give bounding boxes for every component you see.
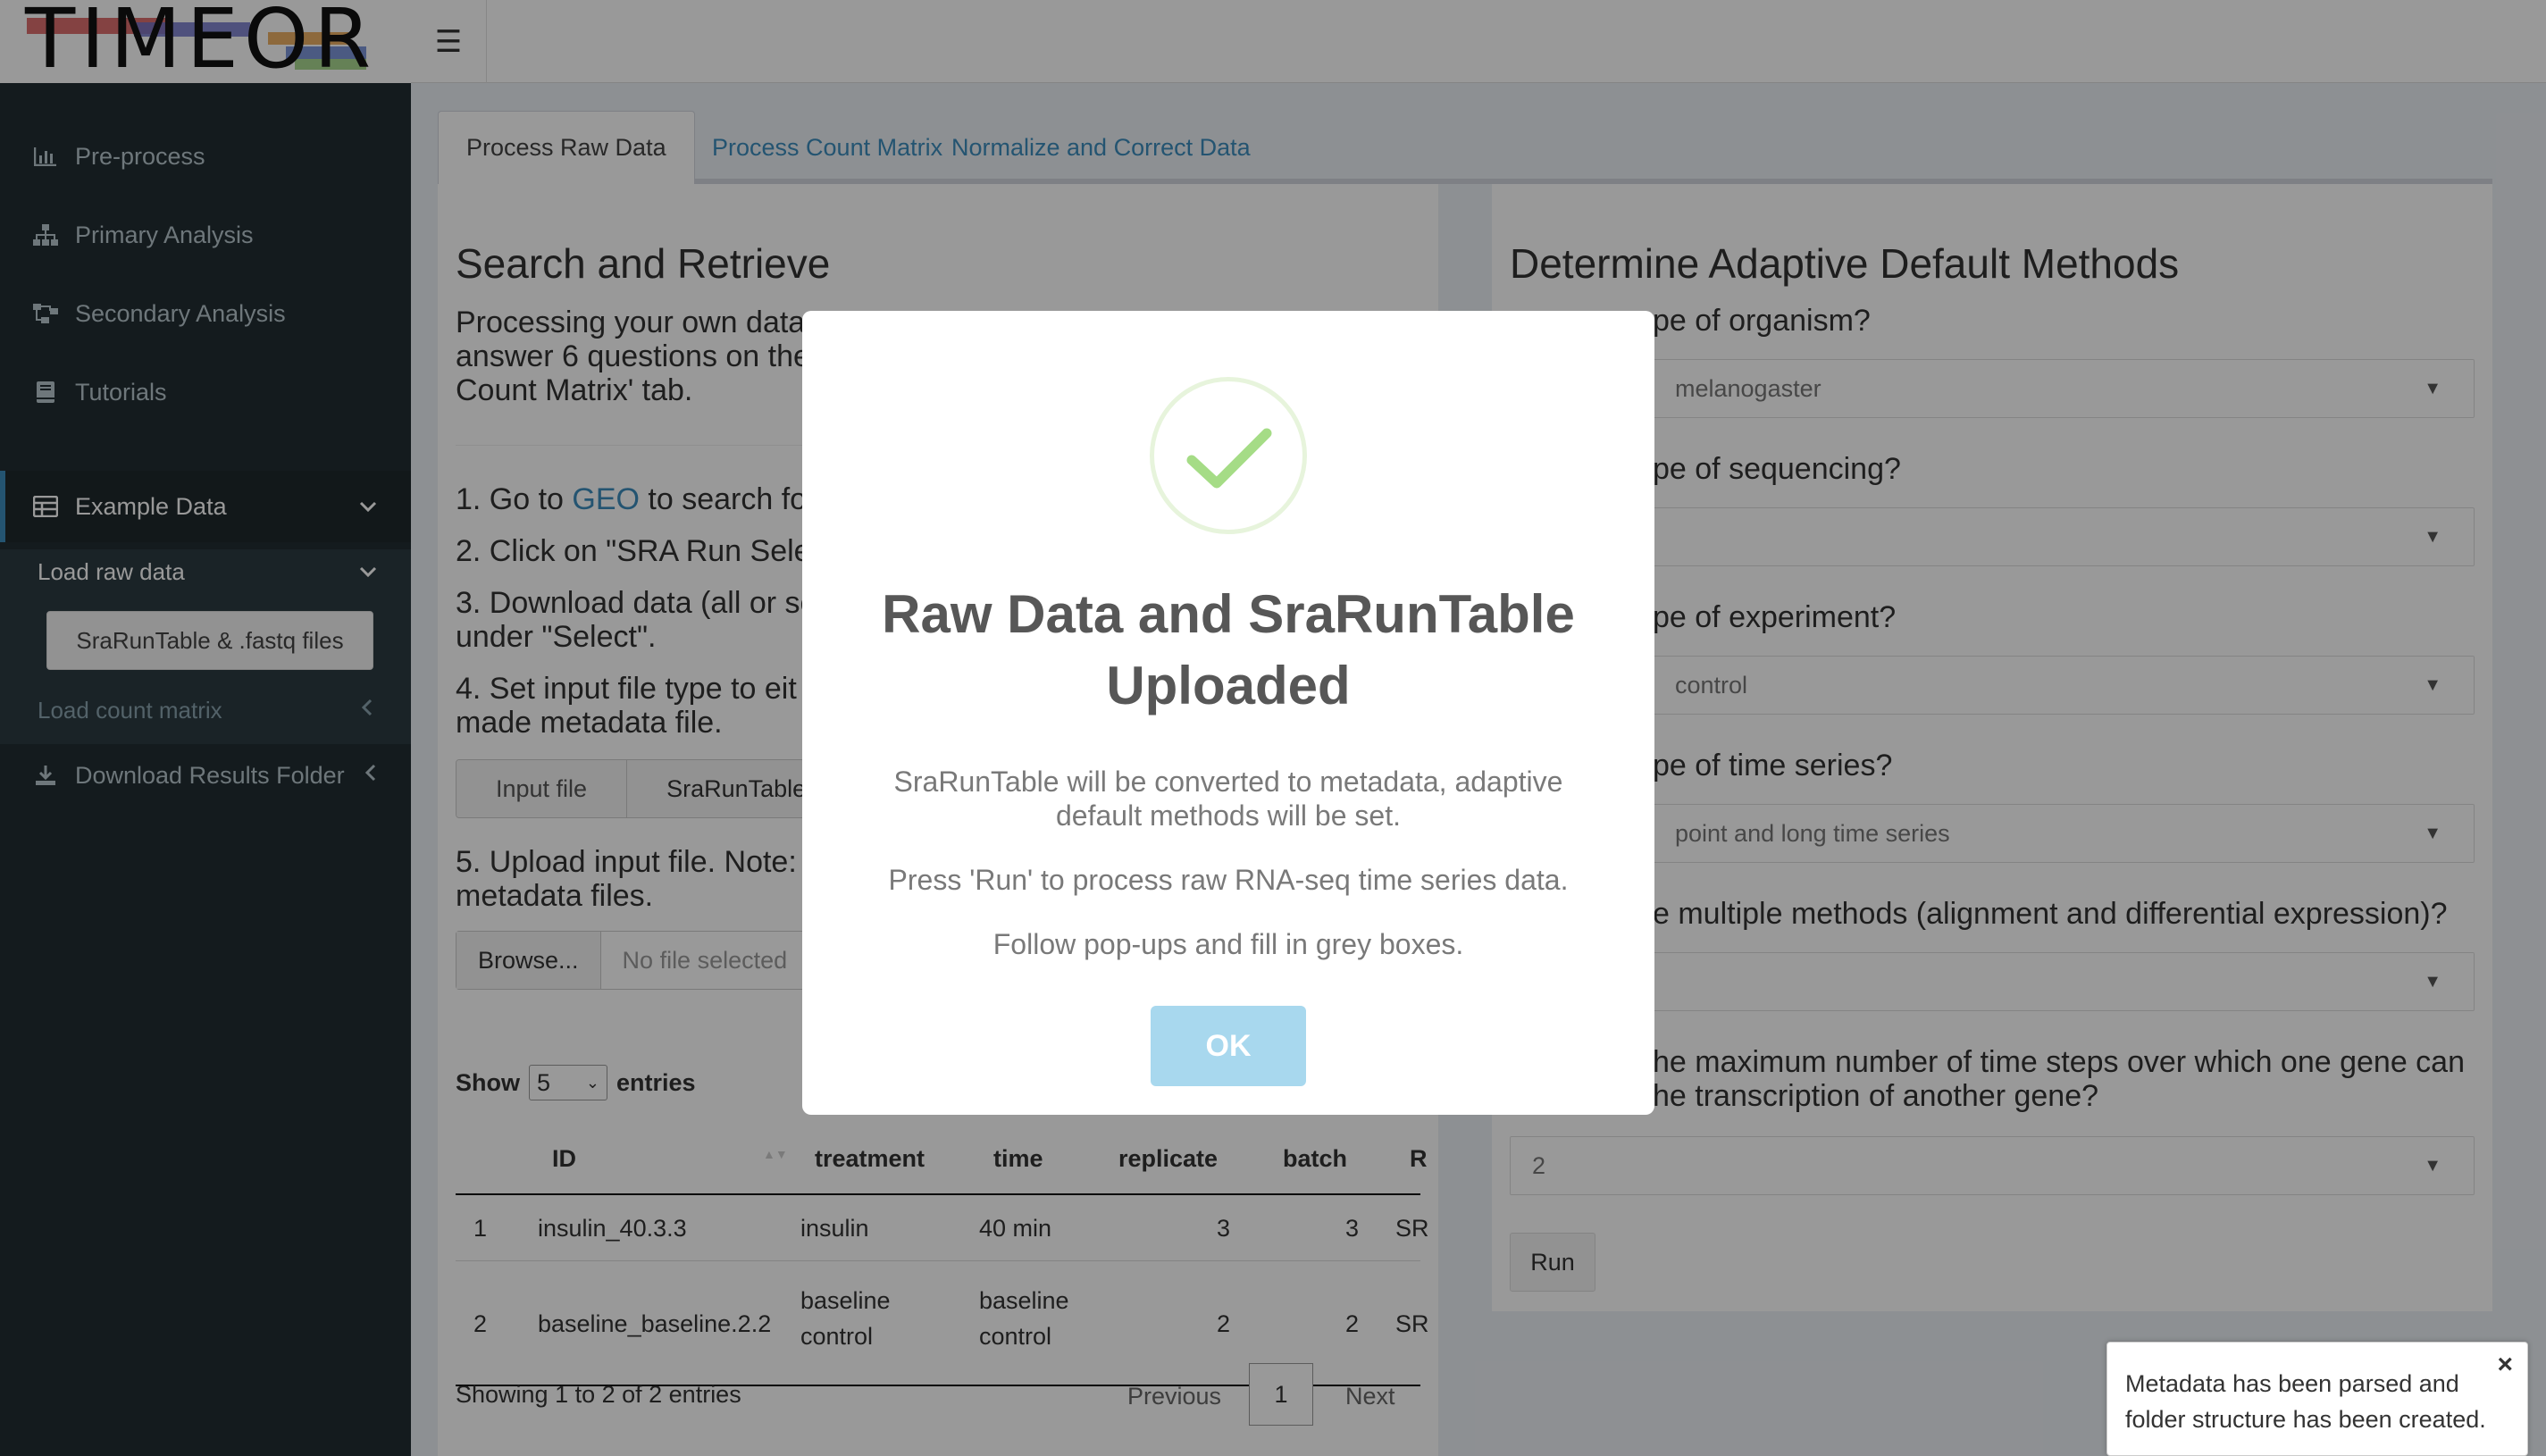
modal-text-2: Press 'Run' to process raw RNA-seq time … (888, 864, 1569, 896)
checkmark-icon (1150, 377, 1307, 534)
ok-button[interactable]: OK (1151, 1006, 1306, 1086)
modal-text-1: SraRunTable will be converted to metadat… (893, 766, 1563, 832)
modal-title: Raw Data and SraRunTable Uploaded (882, 584, 1575, 715)
close-icon[interactable]: × (2497, 1350, 2513, 1380)
notification-message: Metadata has been parsed and folder stru… (2125, 1370, 2486, 1433)
notification-toast: Metadata has been parsed and folder stru… (2106, 1342, 2528, 1456)
modal-text-3: Follow pop-ups and fill in grey boxes. (992, 928, 1464, 960)
success-modal: Raw Data and SraRunTable Uploaded SraRun… (802, 311, 1654, 1115)
